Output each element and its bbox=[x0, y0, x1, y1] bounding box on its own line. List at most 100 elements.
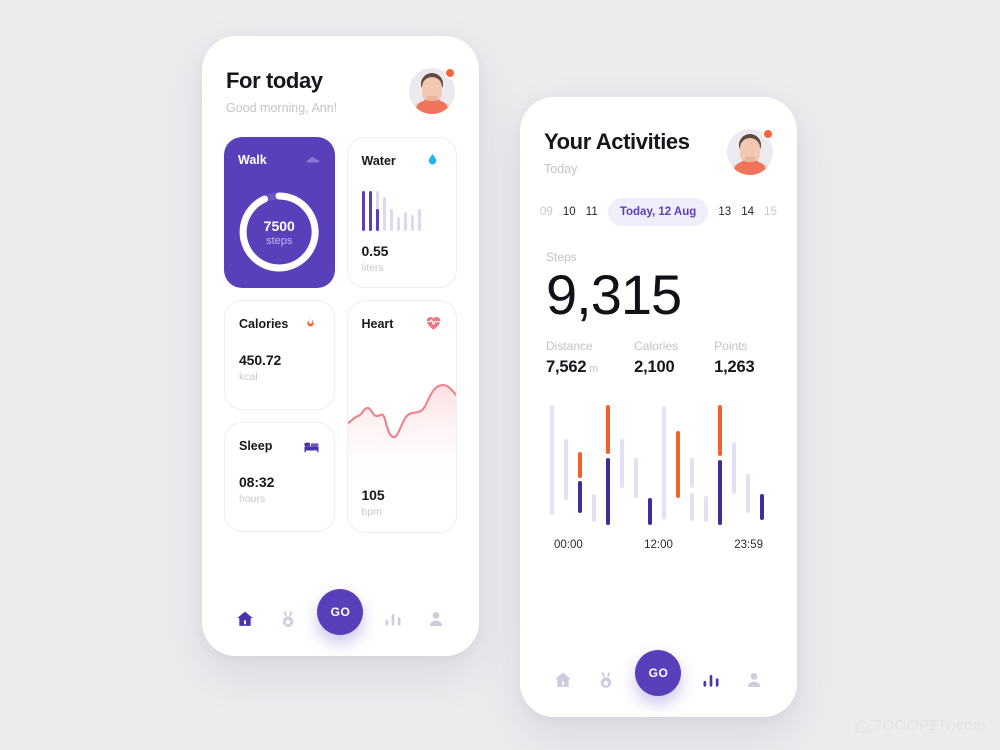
date-chip-1[interactable]: 09 bbox=[540, 206, 553, 218]
heart-unit: bpm bbox=[361, 506, 382, 518]
walk-value: 7500 bbox=[263, 217, 295, 234]
steps-ring-center: 7500 steps bbox=[234, 187, 324, 277]
water-bar-2 bbox=[368, 191, 372, 231]
chart-bar-3 bbox=[577, 451, 582, 479]
nav-profile[interactable] bbox=[423, 606, 449, 632]
watermark-logo-icon bbox=[855, 718, 869, 732]
date-chip-6[interactable]: 14 bbox=[741, 206, 754, 218]
notification-dot[interactable] bbox=[444, 67, 456, 79]
card-calories[interactable]: Calories 450.72 kcal bbox=[224, 300, 335, 410]
avatar-wrapper-two[interactable] bbox=[727, 128, 774, 175]
bar-chart-icon bbox=[385, 614, 401, 626]
nav-stats[interactable] bbox=[698, 667, 724, 693]
nav-profile[interactable] bbox=[741, 667, 767, 693]
home-icon bbox=[237, 611, 254, 626]
activity-chart: 00:00 12:00 23:59 bbox=[520, 377, 797, 551]
card-water-values: 0.55 liters bbox=[348, 231, 457, 274]
activity-chart-xaxis: 00:00 12:00 23:59 bbox=[546, 525, 771, 551]
date-chip-7[interactable]: 15 bbox=[764, 206, 777, 218]
notification-dot[interactable] bbox=[762, 128, 774, 140]
nav-home[interactable] bbox=[232, 606, 258, 632]
water-bar-indicator bbox=[348, 187, 457, 231]
activities-title: Your Activities bbox=[544, 129, 690, 154]
card-heart[interactable]: Heart 105 bpm bbox=[346, 300, 457, 533]
medal-icon bbox=[600, 672, 612, 688]
card-column-right: Water 0.55 liters Heart 105 bpm bbox=[346, 137, 457, 533]
card-walk-head: Walk bbox=[224, 137, 335, 168]
chart-xtick-1: 00:00 bbox=[554, 538, 583, 551]
watermark: TOOOPEN.com bbox=[855, 717, 986, 734]
chart-bar-4 bbox=[577, 480, 582, 513]
chart-xtick-3: 23:59 bbox=[734, 538, 763, 551]
steps-label: Steps bbox=[546, 250, 577, 264]
bottom-nav-phone-two: GO bbox=[520, 643, 797, 717]
card-water-head: Water bbox=[348, 138, 457, 169]
card-column-left: Walk 7500 steps Calories 450.72 kcal Sle… bbox=[224, 137, 335, 533]
header-today: For today Good morning, Ann! bbox=[202, 36, 479, 115]
card-heart-head: Heart bbox=[348, 301, 457, 332]
steps-value: 9,315 bbox=[546, 263, 682, 326]
avatar-top bbox=[416, 101, 448, 114]
card-sleep[interactable]: Sleep 08:32 hours bbox=[224, 422, 335, 532]
chart-bar-14 bbox=[690, 493, 695, 522]
calories-unit: kcal bbox=[239, 371, 258, 383]
bar-chart-icon bbox=[703, 675, 719, 687]
heart-value: 105 bbox=[361, 487, 385, 503]
card-walk-title: Walk bbox=[238, 152, 267, 167]
page-title: For today bbox=[226, 68, 323, 93]
chart-bar-12 bbox=[676, 430, 681, 498]
heart-rate-chart bbox=[347, 363, 457, 493]
chart-bar-7 bbox=[605, 457, 610, 525]
medal-icon bbox=[282, 611, 294, 627]
card-water[interactable]: Water 0.55 liters bbox=[346, 137, 457, 288]
heartbeat-icon bbox=[425, 315, 442, 332]
avatar-wrapper[interactable] bbox=[409, 67, 456, 114]
go-button[interactable]: GO bbox=[635, 650, 682, 696]
card-walk[interactable]: Walk 7500 steps bbox=[224, 137, 335, 288]
header-text-block-two: Your Activities Today bbox=[544, 129, 690, 176]
chart-bar-11 bbox=[662, 406, 667, 519]
metric-label: Points bbox=[714, 338, 748, 353]
date-chip-5[interactable]: 13 bbox=[718, 206, 731, 218]
metric-value: 2,100 bbox=[634, 357, 675, 376]
metric-label: Distance bbox=[546, 338, 593, 353]
water-bar-6 bbox=[396, 217, 400, 231]
water-bar-1 bbox=[361, 191, 365, 231]
chart-bar-18 bbox=[732, 441, 737, 495]
home-icon bbox=[555, 672, 572, 687]
watermark-text: TOOOPEN.com bbox=[873, 717, 986, 734]
chart-xtick-2: 12:00 bbox=[644, 538, 673, 551]
water-bar-7 bbox=[403, 212, 407, 231]
nav-stats[interactable] bbox=[380, 606, 406, 632]
card-water-title: Water bbox=[361, 153, 396, 168]
card-heart-title: Heart bbox=[361, 316, 394, 331]
water-bar-3 bbox=[375, 191, 379, 231]
bottom-nav-phone-one: GO bbox=[202, 582, 479, 656]
calories-value: 450.72 bbox=[239, 352, 282, 368]
date-chip-4[interactable]: Today, 12 Aug bbox=[607, 198, 709, 226]
steps-progress-ring: 7500 steps bbox=[234, 187, 324, 277]
sleep-value: 08:32 bbox=[239, 474, 275, 490]
water-drop-icon bbox=[425, 152, 442, 169]
stat-card-grid: Walk 7500 steps Calories 450.72 kcal Sle… bbox=[202, 115, 479, 533]
go-button[interactable]: GO bbox=[317, 589, 364, 635]
water-bar-8 bbox=[410, 215, 414, 231]
date-chip-2[interactable]: 10 bbox=[563, 206, 576, 218]
chart-bar-19 bbox=[746, 473, 751, 513]
phone-today-screen: For today Good morning, Ann! Walk 7500 s… bbox=[202, 36, 479, 656]
nav-awards[interactable] bbox=[593, 667, 619, 693]
date-chip-3[interactable]: 11 bbox=[586, 206, 598, 218]
metric-points: Points 1,263 bbox=[714, 339, 754, 377]
chart-bar-9 bbox=[633, 457, 638, 498]
avatar-top bbox=[734, 162, 766, 175]
metric-value: 1,263 bbox=[714, 357, 755, 376]
water-unit: liters bbox=[361, 262, 384, 274]
nav-awards[interactable] bbox=[275, 606, 301, 632]
water-bar-5 bbox=[389, 209, 393, 231]
water-value: 0.55 bbox=[361, 243, 389, 259]
water-bar-fill bbox=[361, 191, 365, 231]
chart-bar-8 bbox=[619, 439, 624, 489]
header-activities: Your Activities Today bbox=[520, 97, 797, 176]
chart-bar-17 bbox=[718, 460, 723, 525]
nav-home[interactable] bbox=[550, 667, 576, 693]
